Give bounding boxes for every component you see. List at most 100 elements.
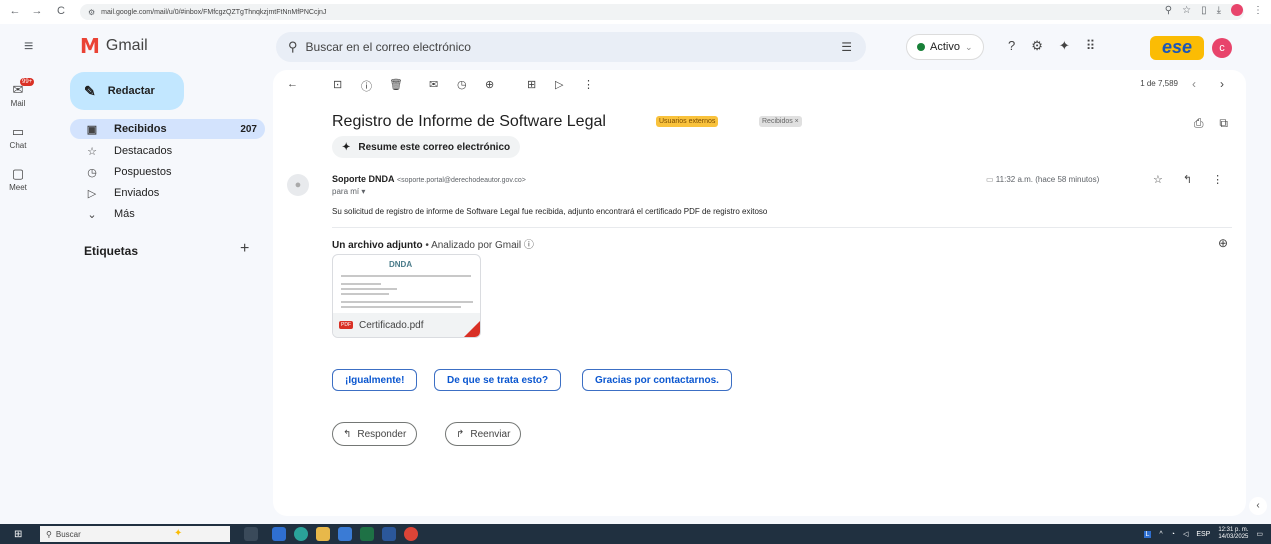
rail-item-chat[interactable]: ▭ Chat	[0, 124, 36, 150]
summarize-button[interactable]: ✦ Resume este correo electrónico	[332, 136, 521, 158]
smart-reply-1[interactable]: ¡Igualmente!	[332, 369, 418, 391]
main-menu-icon[interactable]: ≡	[24, 38, 33, 56]
sidebar-item-more[interactable]: ⌄ Más	[70, 204, 265, 224]
sender-name[interactable]: Soporte DNDA	[332, 174, 395, 184]
folder-label: Más	[114, 208, 135, 220]
extensions-icon[interactable]: ▯	[1201, 5, 1207, 16]
smart-reply-3[interactable]: Gracias por contactarnos.	[582, 369, 732, 391]
add-task-icon[interactable]: ⊕	[485, 78, 494, 91]
widgets-icon[interactable]: ✦	[174, 528, 182, 539]
volume-icon[interactable]: ◁	[1183, 530, 1188, 538]
chevron-down-icon: ⌄	[87, 208, 97, 221]
address-bar[interactable]: ⚙ mail.google.com/mail/u/0/#inbox/FMfcgz…	[80, 4, 1244, 20]
sender-avatar: ●	[287, 174, 309, 196]
language-indicator[interactable]: ESP	[1196, 531, 1210, 538]
tray-app-icon[interactable]: L	[1143, 530, 1152, 538]
smart-reply-2[interactable]: De que se trata esto?	[434, 369, 562, 391]
windows-start-icon[interactable]: ⊞	[14, 529, 22, 540]
sidebar-item-inbox[interactable]: ▣ Recibidos 207	[70, 119, 265, 139]
reply-button[interactable]: ↰ Responder	[332, 422, 418, 446]
gemini-sparkle-icon[interactable]: ✦	[1059, 38, 1070, 54]
delete-icon[interactable]: 🗑	[389, 78, 403, 91]
chrome-icon[interactable]	[404, 527, 418, 541]
compose-button[interactable]: ✎ Redactar	[70, 72, 184, 110]
word-icon[interactable]	[382, 527, 396, 541]
more-options-icon[interactable]: ⋮	[583, 78, 594, 91]
zoom-icon[interactable]: ⚲	[1165, 5, 1172, 16]
search-options-icon[interactable]: ☰	[841, 40, 852, 54]
open-new-window-icon[interactable]: ⧉	[1219, 116, 1228, 131]
settings-gear-icon[interactable]: ⚙	[1031, 38, 1043, 54]
network-icon[interactable]: ◔	[1171, 531, 1175, 538]
archive-icon[interactable]: ⊡	[333, 78, 342, 91]
message-body: Su solicitud de registro de informe de S…	[332, 207, 768, 216]
status-dot	[917, 43, 925, 51]
search-input[interactable]: ⚲ Buscar en el correo electrónico ☰	[276, 32, 866, 62]
snooze-icon[interactable]: ◷	[457, 78, 467, 91]
newer-chevron-icon[interactable]: ‹	[1192, 77, 1196, 91]
report-spam-icon[interactable]: ⓘ	[361, 78, 372, 94]
site-info-icon[interactable]: ⚙	[88, 8, 95, 17]
folder-label: Pospuestos	[114, 166, 172, 178]
mark-unread-icon[interactable]: ✉	[429, 78, 438, 91]
clock-date: 14/03/2025	[1218, 534, 1249, 540]
excel-icon[interactable]	[360, 527, 374, 541]
rail-item-mail[interactable]: ✉ 99+ Mail	[0, 78, 36, 108]
forward-arrow-icon: ↱	[456, 428, 465, 440]
sender-line: Soporte DNDA <soporte.portal@derechodeau…	[332, 174, 526, 184]
notifications-icon[interactable]: ▭	[1256, 530, 1263, 538]
sparkle-icon: ✦	[342, 141, 351, 153]
back-arrow-icon[interactable]: ←	[6, 5, 24, 17]
star-icon[interactable]: ☆	[1153, 173, 1163, 186]
back-to-inbox-icon[interactable]: ←	[287, 78, 298, 90]
label-chip-external[interactable]: Usuarios externos	[656, 116, 719, 127]
account-avatar[interactable]: c	[1212, 38, 1232, 58]
bookmark-star-icon[interactable]: ☆	[1182, 5, 1191, 16]
file-explorer-icon[interactable]	[316, 527, 330, 541]
gmail-logo[interactable]: M Gmail	[80, 34, 148, 58]
apps-grid-icon[interactable]: ⠿	[1086, 38, 1096, 54]
store-icon[interactable]	[338, 527, 352, 541]
recipient-details-toggle[interactable]: para mí ▾	[332, 187, 365, 196]
browser-profile-avatar[interactable]	[1231, 4, 1243, 16]
more-vert-icon[interactable]: ⋮	[1212, 173, 1223, 186]
forward-button[interactable]: ↱ Reenviar	[445, 422, 522, 446]
attachment-footer: PDF Certificado.pdf	[333, 313, 480, 337]
edge-icon[interactable]	[294, 527, 308, 541]
status-selector[interactable]: Activo ⌄	[906, 34, 984, 60]
reply-icon[interactable]: ↰	[1183, 173, 1192, 186]
label-chip-inbox[interactable]: Recibidos ×	[759, 116, 802, 127]
move-to-icon[interactable]: ⊞	[527, 78, 536, 91]
rail-item-meet[interactable]: ▢ Meet	[0, 166, 36, 192]
folder-label: Enviados	[114, 187, 160, 199]
browser-menu-icon[interactable]: ⋮	[1253, 5, 1263, 16]
app-icon-l[interactable]	[272, 527, 286, 541]
task-view-icon[interactable]	[244, 527, 258, 541]
organization-logo[interactable]: ese	[1150, 36, 1204, 60]
attachment-card[interactable]: DNDA PDF Certificado.pdf	[332, 254, 481, 338]
print-icon[interactable]: ⎙	[1194, 116, 1204, 131]
forward-arrow-icon[interactable]: →	[28, 5, 46, 17]
message-actions: ☆ ↰ ⋮	[1153, 173, 1223, 186]
sidebar-item-starred[interactable]: ☆ Destacados	[70, 141, 265, 161]
search-icon[interactable]: ⚲	[288, 39, 298, 55]
label-icon[interactable]: ▷	[555, 78, 563, 91]
help-icon[interactable]: ?	[1008, 38, 1015, 54]
older-chevron-icon[interactable]: ›	[1220, 77, 1224, 91]
side-panel-toggle-icon[interactable]: ‹	[1249, 497, 1267, 515]
add-to-drive-icon[interactable]: ⊕	[1218, 236, 1228, 250]
reply-arrow-icon: ↰	[343, 428, 352, 440]
download-icon[interactable]: ⤓	[1217, 5, 1221, 16]
add-label-icon[interactable]: +	[240, 240, 249, 258]
clock-icon: ◷	[87, 166, 97, 179]
taskbar-clock[interactable]: 12:31 p. m. 14/03/2025	[1218, 527, 1248, 541]
labels-heading: Etiquetas	[84, 244, 139, 258]
sidebar-item-sent[interactable]: ▷ Enviados	[70, 183, 265, 203]
reload-icon[interactable]: C	[52, 5, 70, 17]
taskbar-search[interactable]: ⚲ Buscar	[40, 526, 230, 542]
tray-chevron-icon[interactable]: ^	[1159, 531, 1162, 538]
message-timestamp: ▭ 11:32 a.m. (hace 58 minutos)	[986, 175, 1099, 184]
sidebar-item-snoozed[interactable]: ◷ Pospuestos	[70, 162, 265, 182]
attachment-filename: Certificado.pdf	[359, 319, 424, 331]
pdf-icon: PDF	[339, 321, 353, 329]
